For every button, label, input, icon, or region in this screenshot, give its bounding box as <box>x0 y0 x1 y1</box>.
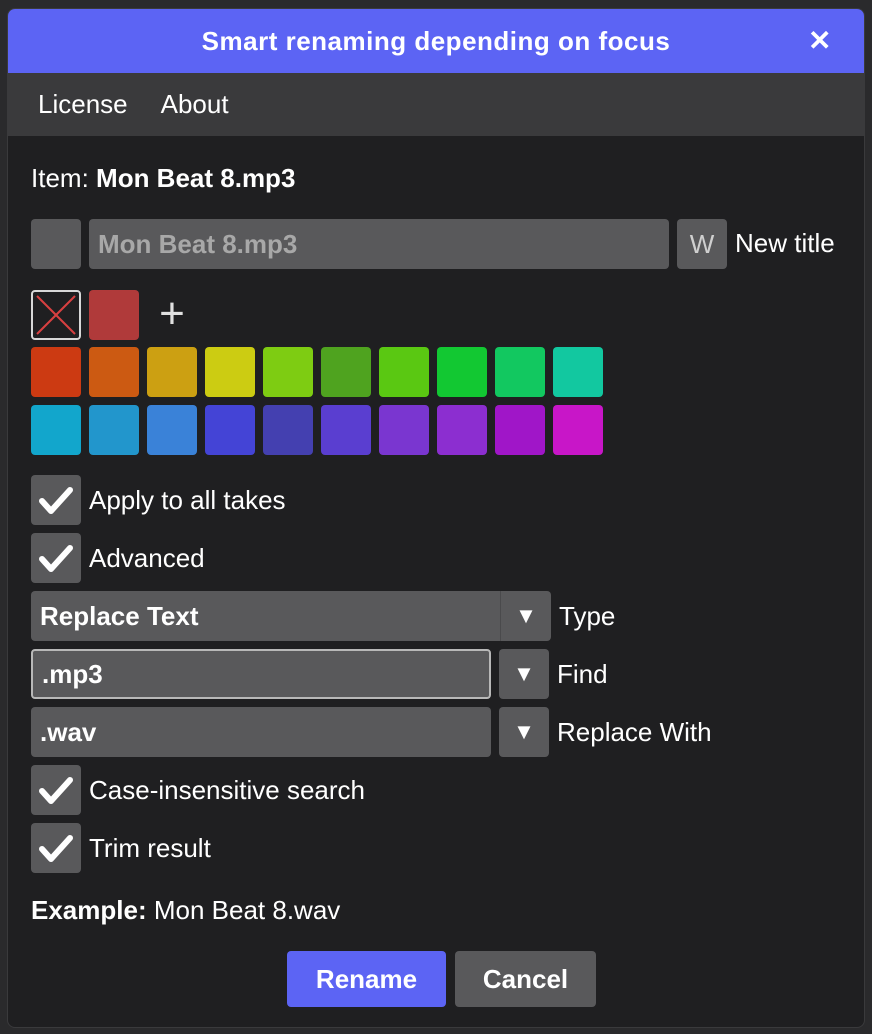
color-swatch[interactable] <box>205 405 255 455</box>
color-swatch[interactable] <box>495 347 545 397</box>
find-label: Find <box>557 659 608 689</box>
color-swatch[interactable] <box>437 347 487 397</box>
color-swatch[interactable] <box>205 347 255 397</box>
menu-bar: License About <box>8 73 864 136</box>
replace-label: Replace With <box>557 717 712 747</box>
replace-history-dropdown[interactable]: ▼ <box>499 707 549 757</box>
example-label: Example: <box>31 895 147 925</box>
dialog-window: Smart renaming depending on focus ✕ Lice… <box>7 8 865 1028</box>
item-label: Item: <box>31 163 89 193</box>
checkmark-icon <box>39 835 73 862</box>
current-color-swatch[interactable] <box>89 290 139 340</box>
color-swatch[interactable] <box>89 405 139 455</box>
example-line: Example: Mon Beat 8.wav <box>31 895 340 926</box>
find-input[interactable]: .mp3 <box>31 649 491 699</box>
color-swatch[interactable] <box>379 405 429 455</box>
color-swatch[interactable] <box>147 347 197 397</box>
checkmark-icon <box>39 487 73 514</box>
title-bar: Smart renaming depending on focus ✕ <box>8 9 864 73</box>
type-dropdown[interactable]: Replace Text ▼ <box>31 591 551 641</box>
color-swatch[interactable] <box>263 405 313 455</box>
color-swatch[interactable] <box>437 405 487 455</box>
color-swatch[interactable] <box>31 405 81 455</box>
case-insensitive-label: Case-insensitive search <box>89 775 366 805</box>
example-value: Mon Beat 8.wav <box>153 895 341 925</box>
menu-license[interactable]: License <box>38 89 128 120</box>
checkmark-icon <box>39 777 73 804</box>
color-swatch[interactable] <box>31 347 81 397</box>
trim-result-checkbox[interactable] <box>31 823 81 873</box>
close-icon[interactable]: ✕ <box>802 23 838 59</box>
trim-result-label: Trim result <box>89 833 211 863</box>
color-swatch[interactable] <box>147 405 197 455</box>
apply-all-takes-checkbox[interactable] <box>31 475 81 525</box>
chevron-down-icon: ▼ <box>513 719 535 744</box>
find-history-dropdown[interactable]: ▼ <box>499 649 549 699</box>
chevron-down-icon: ▼ <box>500 591 551 641</box>
type-label: Type <box>559 601 616 631</box>
title-input[interactable]: Mon Beat 8.mp3 <box>89 219 669 269</box>
color-swatch[interactable] <box>89 347 139 397</box>
wildcards-button[interactable]: W <box>677 219 727 269</box>
apply-all-takes-label: Apply to all takes <box>89 485 286 515</box>
checkmark-icon <box>39 545 73 572</box>
color-swatch[interactable] <box>553 347 603 397</box>
remove-color-icon[interactable] <box>31 290 81 340</box>
menu-about[interactable]: About <box>161 89 229 120</box>
replace-input[interactable]: .wav <box>31 707 491 757</box>
title-color-button[interactable] <box>31 219 81 269</box>
window-title: Smart renaming depending on focus <box>201 25 671 56</box>
type-value: Replace Text <box>40 600 199 631</box>
chevron-down-icon: ▼ <box>513 661 535 686</box>
add-color-icon[interactable]: + <box>147 290 197 340</box>
item-name: Mon Beat 8.mp3 <box>96 163 296 193</box>
color-swatch[interactable] <box>553 405 603 455</box>
color-swatch[interactable] <box>263 347 313 397</box>
item-line: Item: Mon Beat 8.mp3 <box>31 163 295 194</box>
color-swatch[interactable] <box>495 405 545 455</box>
rename-button[interactable]: Rename <box>287 951 446 1007</box>
cancel-button[interactable]: Cancel <box>455 951 596 1007</box>
color-swatch[interactable] <box>321 405 371 455</box>
color-swatch[interactable] <box>321 347 371 397</box>
color-swatch[interactable] <box>379 347 429 397</box>
case-insensitive-checkbox[interactable] <box>31 765 81 815</box>
advanced-label: Advanced <box>89 543 205 573</box>
advanced-checkbox[interactable] <box>31 533 81 583</box>
new-title-label: New title <box>735 228 835 258</box>
